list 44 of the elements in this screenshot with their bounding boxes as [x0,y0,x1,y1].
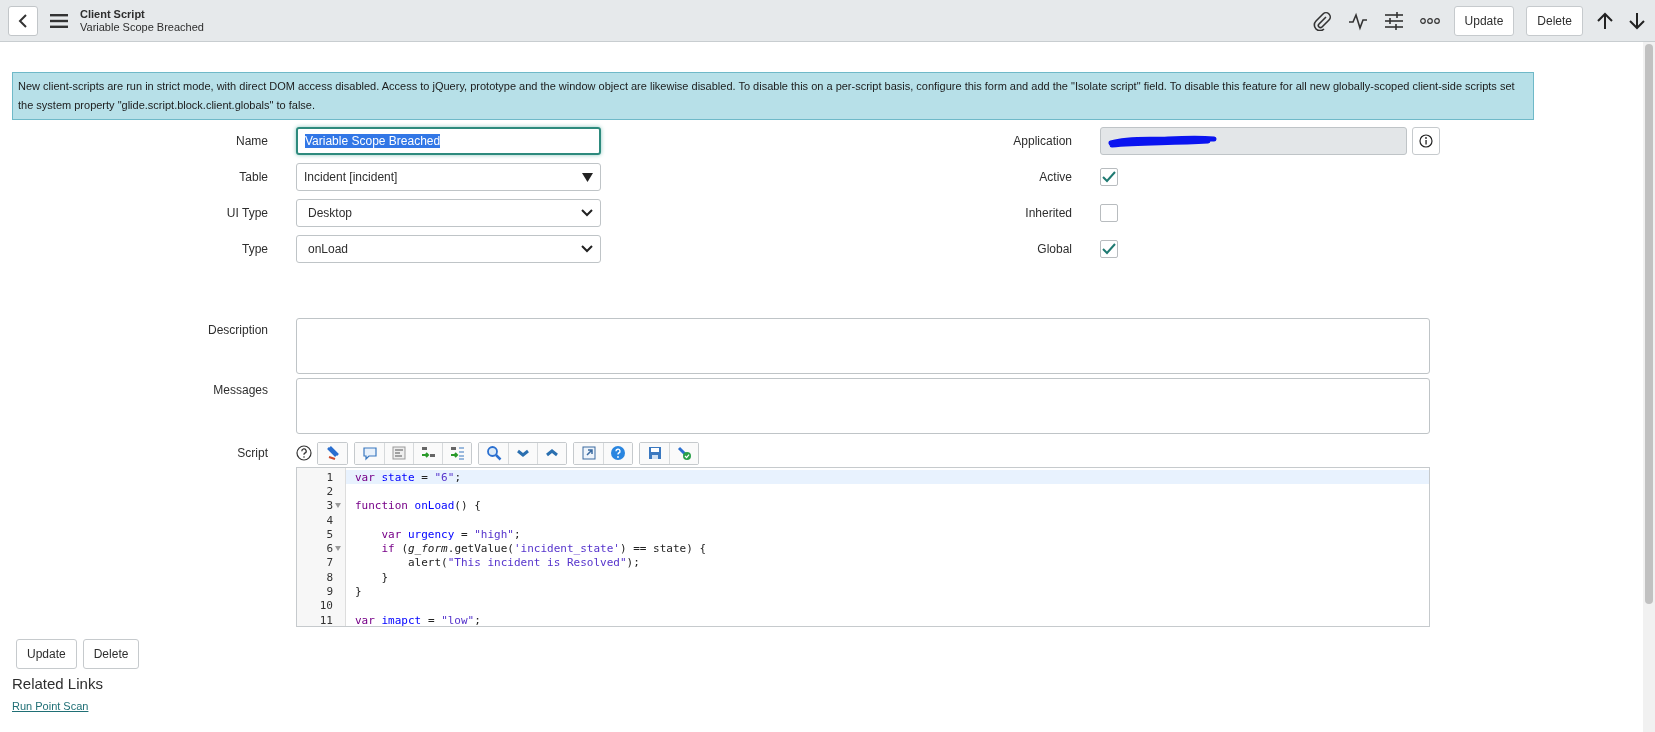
field-label: Messages [212,382,269,397]
line-number: 3 [326,499,333,513]
field-label: Name [235,134,269,148]
header-button[interactable]: Update [1453,5,1515,36]
line-number: 11 [319,613,333,627]
line-number: 5 [326,527,333,541]
line-number: 4 [326,513,333,527]
field-label: Application [1012,134,1073,148]
field-label: Type [241,242,269,256]
related-link[interactable]: Run Point Scan [12,700,89,712]
line-number: 2 [326,484,333,498]
code-line: } [380,570,389,584]
code-line: var imapct = "low"; [354,613,481,627]
form-title: Client Script [80,7,146,21]
field-label: Active [1038,170,1073,184]
code-line: alert("This incident is Resolved"); [407,556,640,570]
field-label: Global [1036,242,1073,256]
field-label: Table [238,170,269,184]
code-editor[interactable]: 1 var state = "6"; 2 3 function onLoad() { 4 5 var urgency = "high"; 6 if (g_form.getValue('incident_state') == state) { 7 alert("This incident is Resolved"); 8 } 9 } 10 11 var imapct = "low"; [296,467,1430,627]
line-number: 9 [326,585,333,598]
code-line: if (g_form.getValue('incident_state') == state) { [380,542,707,556]
field-label: UI Type [225,206,269,220]
dropdown-field[interactable]: onLoad [296,235,601,263]
line-number: 10 [319,599,333,613]
name-field[interactable]: Variable Scope Breached [296,127,601,155]
header-button[interactable]: Delete [1526,5,1583,36]
line-number: 7 [326,556,333,570]
code-line: var state = "6"; [354,470,461,484]
table-field[interactable]: Incident [incident] [296,163,601,191]
form-button[interactable]: Update [16,639,77,669]
form-button[interactable]: Delete [82,639,140,669]
code-line: function onLoad() { [354,499,481,513]
code-line: var urgency = "high"; [380,527,521,541]
record-title: Variable Scope Breached [80,20,204,34]
dropdown-field[interactable]: Desktop [296,199,601,227]
field-label: Inherited [1024,206,1073,220]
line-number: 6 [326,542,333,556]
section-heading: Related Links [12,675,104,692]
line-number: 1 [326,470,333,484]
field-label: Script [236,445,269,460]
field-label: Description [206,322,269,337]
line-number: 8 [326,570,333,584]
code-line: } [354,585,362,598]
info-message: New client-scripts are run in strict mode, with direct DOM access disabled. Access to jQuery, prototype and the window object are likewise disabled. To disable this on a per-script basis, configure this form and add the "Isolate script" field. To disable this feature for all new globally-scoped client-side scripts set the system property "glide.script.block.client.globals" to false. [12,72,1534,120]
